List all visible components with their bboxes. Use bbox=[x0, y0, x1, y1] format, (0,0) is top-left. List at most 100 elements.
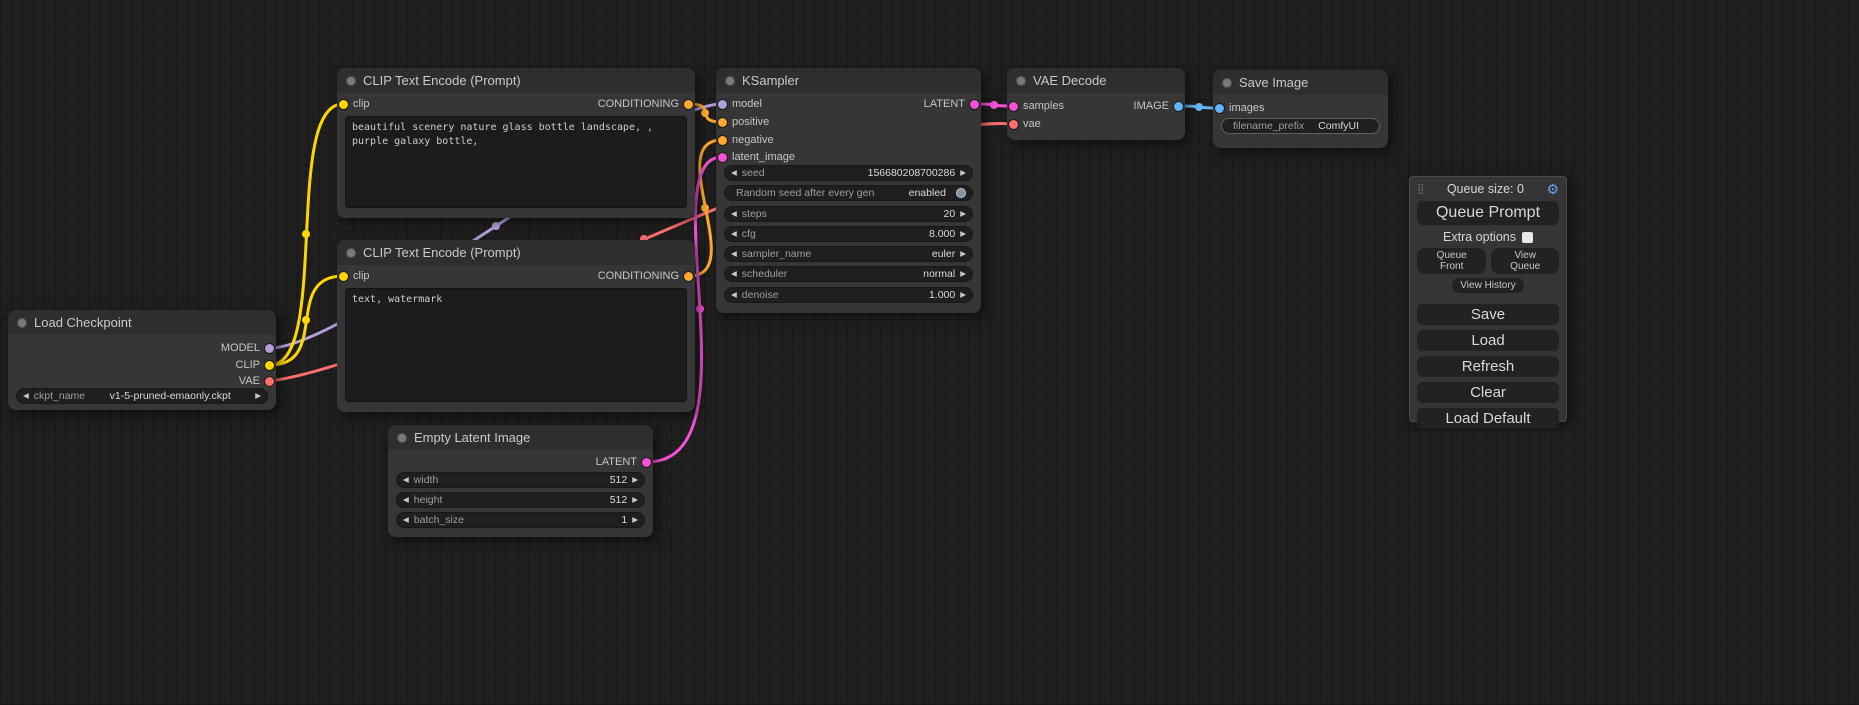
input-label-latent-image: latent_image bbox=[732, 151, 795, 163]
input-dot-model[interactable] bbox=[718, 100, 727, 109]
node-title-bar[interactable]: KSampler bbox=[716, 68, 981, 93]
increment-arrow-icon[interactable]: ▶ bbox=[960, 270, 966, 278]
widget-label: cfg bbox=[742, 228, 756, 240]
decrement-arrow-icon[interactable]: ◀ bbox=[403, 516, 409, 524]
collapse-dot-icon[interactable] bbox=[346, 248, 356, 258]
prompt-textarea[interactable]: text, watermark bbox=[345, 288, 687, 402]
decrement-arrow-icon[interactable]: ◀ bbox=[731, 210, 737, 218]
output-dot-conditioning[interactable] bbox=[684, 100, 693, 109]
widget-label: denoise bbox=[742, 289, 779, 301]
batch-size-widget[interactable]: ◀ batch_size 1 ▶ bbox=[396, 512, 645, 528]
queue-prompt-button[interactable]: Queue Prompt bbox=[1417, 201, 1559, 225]
decrement-arrow-icon[interactable]: ◀ bbox=[731, 270, 737, 278]
extra-options-row: Extra options bbox=[1417, 227, 1559, 247]
increment-arrow-icon[interactable]: ▶ bbox=[960, 230, 966, 238]
input-dot-samples[interactable] bbox=[1009, 102, 1018, 111]
settings-gear-icon[interactable]: ⚙ bbox=[1546, 181, 1559, 198]
node-ksampler[interactable]: KSampler model positive negative latent_… bbox=[716, 68, 981, 313]
input-dot-clip[interactable] bbox=[339, 272, 348, 281]
output-dot-latent[interactable] bbox=[970, 100, 979, 109]
input-label-samples: samples bbox=[1023, 100, 1064, 112]
decrement-arrow-icon[interactable]: ◀ bbox=[731, 250, 737, 258]
node-clip-text-encode-negative[interactable]: CLIP Text Encode (Prompt) clip CONDITION… bbox=[337, 240, 695, 412]
input-dot-vae[interactable] bbox=[1009, 120, 1018, 129]
load-default-button[interactable]: Load Default bbox=[1417, 408, 1559, 429]
node-title-label: Load Checkpoint bbox=[34, 315, 132, 330]
collapse-dot-icon[interactable] bbox=[17, 318, 27, 328]
view-history-button[interactable]: View History bbox=[1452, 278, 1523, 293]
ckpt-name-widget[interactable]: ◀ ckpt_name v1-5-pruned-emaonly.ckpt ▶ bbox=[16, 388, 268, 404]
cfg-widget[interactable]: ◀ cfg 8.000 ▶ bbox=[724, 226, 973, 242]
denoise-widget[interactable]: ◀ denoise 1.000 ▶ bbox=[724, 287, 973, 303]
collapse-dot-icon[interactable] bbox=[1016, 76, 1026, 86]
increment-arrow-icon[interactable]: ▶ bbox=[632, 496, 638, 504]
node-title-label: CLIP Text Encode (Prompt) bbox=[363, 245, 521, 260]
decrement-arrow-icon[interactable]: ◀ bbox=[403, 476, 409, 484]
queue-front-button[interactable]: Queue Front bbox=[1417, 248, 1486, 274]
output-dot-image[interactable] bbox=[1174, 102, 1183, 111]
widget-value: ComfyUI bbox=[1304, 120, 1373, 132]
decrement-arrow-icon[interactable]: ◀ bbox=[731, 169, 737, 177]
height-widget[interactable]: ◀ height 512 ▶ bbox=[396, 492, 645, 508]
decrement-arrow-icon[interactable]: ◀ bbox=[731, 291, 737, 299]
node-empty-latent-image[interactable]: Empty Latent Image LATENT ◀ width 512 ▶ … bbox=[388, 425, 653, 537]
node-clip-text-encode-positive[interactable]: CLIP Text Encode (Prompt) clip CONDITION… bbox=[337, 68, 695, 218]
filename-prefix-widget[interactable]: filename_prefix ComfyUI bbox=[1221, 118, 1380, 134]
random-seed-toggle-widget[interactable]: Random seed after every gen enabled bbox=[724, 185, 973, 201]
extra-options-checkbox[interactable] bbox=[1522, 232, 1533, 243]
collapse-dot-icon[interactable] bbox=[346, 76, 356, 86]
toggle-dot-icon[interactable] bbox=[956, 188, 966, 198]
seed-widget[interactable]: ◀ seed 156680208700286 ▶ bbox=[724, 165, 973, 181]
decrement-arrow-icon[interactable]: ◀ bbox=[403, 496, 409, 504]
scheduler-widget[interactable]: ◀ scheduler normal ▶ bbox=[724, 266, 973, 282]
save-button[interactable]: Save bbox=[1417, 304, 1559, 325]
node-title-bar[interactable]: CLIP Text Encode (Prompt) bbox=[337, 68, 695, 93]
output-dot-clip[interactable] bbox=[265, 361, 274, 370]
drag-handle-icon[interactable]: ⣿ bbox=[1417, 184, 1424, 195]
input-label-clip: clip bbox=[353, 270, 370, 282]
widget-value: 8.000 bbox=[929, 228, 955, 240]
view-queue-button[interactable]: View Queue bbox=[1491, 248, 1559, 274]
node-save-image[interactable]: Save Image images filename_prefix ComfyU… bbox=[1213, 70, 1388, 148]
output-dot-latent[interactable] bbox=[642, 458, 651, 467]
collapse-dot-icon[interactable] bbox=[397, 433, 407, 443]
collapse-dot-icon[interactable] bbox=[1222, 78, 1232, 88]
input-dot-clip[interactable] bbox=[339, 100, 348, 109]
input-dot-positive[interactable] bbox=[718, 118, 727, 127]
clear-button[interactable]: Clear bbox=[1417, 382, 1559, 403]
link-dot-image bbox=[1195, 103, 1203, 111]
node-title-bar[interactable]: CLIP Text Encode (Prompt) bbox=[337, 240, 695, 265]
increment-arrow-icon[interactable]: ▶ bbox=[960, 169, 966, 177]
link-dot-clip-negative bbox=[302, 316, 310, 324]
increment-arrow-icon[interactable]: ▶ bbox=[960, 291, 966, 299]
node-load-checkpoint[interactable]: Load Checkpoint MODEL CLIP VAE ◀ ckpt_na… bbox=[8, 310, 276, 410]
steps-widget[interactable]: ◀ steps 20 ▶ bbox=[724, 206, 973, 222]
output-dot-conditioning[interactable] bbox=[684, 272, 693, 281]
input-dot-images[interactable] bbox=[1215, 104, 1224, 113]
increment-arrow-icon[interactable]: ▶ bbox=[960, 210, 966, 218]
increment-arrow-icon[interactable]: ▶ bbox=[632, 516, 638, 524]
output-dot-model[interactable] bbox=[265, 344, 274, 353]
link-dot-samples bbox=[990, 101, 998, 109]
node-title-bar[interactable]: VAE Decode bbox=[1007, 68, 1185, 93]
input-label-clip: clip bbox=[353, 98, 370, 110]
increment-arrow-icon[interactable]: ▶ bbox=[960, 250, 966, 258]
refresh-button[interactable]: Refresh bbox=[1417, 356, 1559, 377]
input-dot-negative[interactable] bbox=[718, 136, 727, 145]
decrement-arrow-icon[interactable]: ◀ bbox=[731, 230, 737, 238]
load-button[interactable]: Load bbox=[1417, 330, 1559, 351]
collapse-dot-icon[interactable] bbox=[725, 76, 735, 86]
node-vae-decode[interactable]: VAE Decode samples vae IMAGE bbox=[1007, 68, 1185, 140]
output-dot-vae[interactable] bbox=[265, 377, 274, 386]
node-title-bar[interactable]: Save Image bbox=[1213, 70, 1388, 95]
increment-arrow-icon[interactable]: ▶ bbox=[632, 476, 638, 484]
decrement-arrow-icon[interactable]: ◀ bbox=[23, 392, 29, 400]
node-title-bar[interactable]: Load Checkpoint bbox=[8, 310, 276, 335]
input-dot-latent-image[interactable] bbox=[718, 153, 727, 162]
prompt-textarea[interactable]: beautiful scenery nature glass bottle la… bbox=[345, 116, 687, 208]
widget-label: height bbox=[414, 494, 443, 506]
node-title-bar[interactable]: Empty Latent Image bbox=[388, 425, 653, 450]
increment-arrow-icon[interactable]: ▶ bbox=[255, 392, 261, 400]
width-widget[interactable]: ◀ width 512 ▶ bbox=[396, 472, 645, 488]
sampler-name-widget[interactable]: ◀ sampler_name euler ▶ bbox=[724, 246, 973, 262]
